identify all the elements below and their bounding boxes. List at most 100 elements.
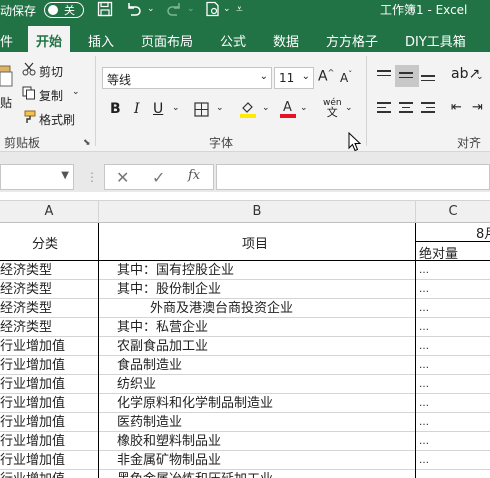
phonetic-guide-icon[interactable]: wén 文 (323, 98, 342, 119)
insert-function-icon[interactable]: fx (188, 168, 200, 183)
cell-value[interactable]: … (416, 337, 490, 356)
cell-value[interactable]: … (416, 375, 490, 394)
borders-icon[interactable] (194, 102, 209, 121)
borders-dropdown-icon[interactable]: ⌄ (216, 103, 224, 113)
copy-dropdown-icon[interactable]: ⌄ (72, 87, 80, 97)
orientation-dropdown-icon[interactable]: ⌄ (476, 72, 484, 82)
fill-color-icon[interactable] (240, 100, 256, 122)
cell-item[interactable]: 外商及港澳台商投资企业 (99, 299, 415, 318)
cell-value[interactable]: … (416, 451, 490, 470)
paste-label[interactable]: 贴 (0, 94, 12, 111)
cell-value[interactable]: … (416, 356, 490, 375)
decrease-indent-icon[interactable]: ⇤ (451, 100, 462, 115)
cell-category[interactable]: 行业增加值 (0, 451, 98, 470)
cell-item[interactable]: 纺织业 (99, 375, 415, 394)
cell-item[interactable]: 其中：股份制企业 (99, 280, 415, 299)
bold-button[interactable]: B (110, 101, 121, 117)
tab-data[interactable]: 数据 (273, 31, 299, 50)
font-color-icon[interactable]: A (280, 99, 296, 122)
undo-icon[interactable] (125, 1, 143, 21)
increase-font-size-icon[interactable]: A^ (318, 68, 334, 85)
top-align-icon[interactable] (377, 70, 393, 84)
format-painter-icon[interactable] (22, 110, 36, 128)
phonetic-dropdown-icon[interactable]: ⌄ (345, 103, 353, 113)
enter-icon[interactable]: ✓ (152, 168, 165, 187)
cell-category[interactable]: 行业增加值 (0, 356, 98, 375)
cell-category[interactable]: 行业增加值 (0, 432, 98, 451)
font-color-dropdown-icon[interactable]: ⌄ (300, 103, 308, 113)
cell-item[interactable]: 其中：国有控股企业 (99, 261, 415, 280)
cell-category[interactable]: 经济类型 (0, 318, 98, 337)
cell-value[interactable]: … (416, 280, 490, 299)
cell-item[interactable]: 医药制造业 (99, 413, 415, 432)
underline-dropdown-icon[interactable]: ⌄ (172, 103, 180, 113)
copy-label[interactable]: 复制 (39, 87, 63, 104)
cut-icon[interactable] (22, 62, 36, 80)
column-header-c[interactable]: C (416, 201, 490, 223)
tab-diy-toolbox[interactable]: DIY工具箱 (405, 31, 466, 50)
clipboard-launcher-icon[interactable]: ⬊ (83, 138, 91, 148)
underline-button[interactable]: U (153, 101, 163, 117)
cell-item[interactable]: 其中：私营企业 (99, 318, 415, 337)
cell-category[interactable]: 经济类型 (0, 299, 98, 318)
header-item[interactable]: 项目 (242, 233, 268, 252)
cell-item[interactable]: 非金属矿物制品业 (99, 451, 415, 470)
print-dropdown-icon[interactable]: ⌄ (223, 4, 231, 14)
format-painter-label[interactable]: 格式刷 (39, 111, 75, 128)
cell-category[interactable]: 经济类型 (0, 261, 98, 280)
cell-item[interactable]: 黑色金属冶炼和压延加工业 (99, 470, 415, 478)
decrease-font-size-icon[interactable]: Aˇ (340, 70, 352, 85)
cell-category[interactable]: 行业增加值 (0, 337, 98, 356)
italic-button[interactable]: I (134, 101, 140, 117)
cell-category[interactable]: 行业增加值 (0, 375, 98, 394)
formula-input[interactable] (216, 164, 490, 190)
undo-dropdown-icon[interactable]: ⌄ (147, 4, 155, 14)
fill-color-dropdown-icon[interactable]: ⌄ (262, 103, 270, 113)
cell-item[interactable]: 食品制造业 (99, 356, 415, 375)
cell-category[interactable]: 行业增加值 (0, 413, 98, 432)
cell-item[interactable]: 橡胶和塑料制品业 (99, 432, 415, 451)
tab-page-layout[interactable]: 页面布局 (141, 31, 193, 50)
copy-icon[interactable] (22, 86, 36, 104)
cell-value[interactable]: … (416, 394, 490, 413)
align-left-icon[interactable] (377, 102, 393, 116)
bottom-align-icon[interactable] (421, 75, 437, 89)
cell-value[interactable]: … (416, 299, 490, 318)
tab-formulas[interactable]: 公式 (220, 31, 246, 50)
align-right-icon[interactable] (421, 102, 437, 116)
cut-label[interactable]: 剪切 (39, 63, 63, 80)
chevron-down-icon: ▼ (61, 170, 69, 181)
autosave-toggle[interactable]: 关 (44, 2, 84, 18)
customize-qat-icon[interactable]: ⩡ (236, 2, 243, 17)
cell-item[interactable]: 化学原料和化学制品制造业 (99, 394, 415, 413)
name-box[interactable]: ▼ (0, 164, 74, 190)
column-header-b[interactable]: B (99, 201, 416, 223)
align-center-icon[interactable] (399, 102, 415, 116)
tab-fangfang[interactable]: 方方格子 (326, 31, 378, 50)
cell-category[interactable]: 行业增加值 (0, 470, 98, 478)
header-month[interactable]: 8月 (476, 223, 490, 242)
cell-value[interactable]: … (416, 413, 490, 432)
cell-category[interactable]: 经济类型 (0, 280, 98, 299)
font-name-select[interactable]: 等线 ⌄ (102, 67, 272, 89)
font-group-label: 字体 (209, 136, 234, 150)
cell-value[interactable]: … (416, 470, 490, 478)
cell-item[interactable]: 农副食品加工业 (99, 337, 415, 356)
cancel-icon[interactable]: ✕ (116, 168, 129, 187)
print-preview-icon[interactable] (205, 1, 221, 21)
font-size-select[interactable]: 11 ⌄ (274, 67, 314, 89)
cell-value[interactable]: … (416, 318, 490, 337)
middle-align-icon[interactable] (399, 72, 415, 86)
tab-file[interactable]: 件 (0, 31, 13, 50)
cell-value[interactable]: … (416, 432, 490, 451)
increase-indent-icon[interactable]: ⇥ (472, 100, 483, 115)
save-icon[interactable] (97, 1, 113, 21)
tab-insert[interactable]: 插入 (88, 31, 114, 50)
cell-value[interactable]: … (416, 261, 490, 280)
cell-category[interactable]: 行业增加值 (0, 394, 98, 413)
header-category[interactable]: 分类 (32, 233, 58, 252)
column-header-a[interactable]: A (0, 201, 99, 223)
formula-bar: ▼ ⋮ ✕ ✓ fx (0, 152, 490, 192)
tab-home[interactable]: 开始 (28, 26, 71, 52)
toggle-knob (48, 5, 58, 15)
